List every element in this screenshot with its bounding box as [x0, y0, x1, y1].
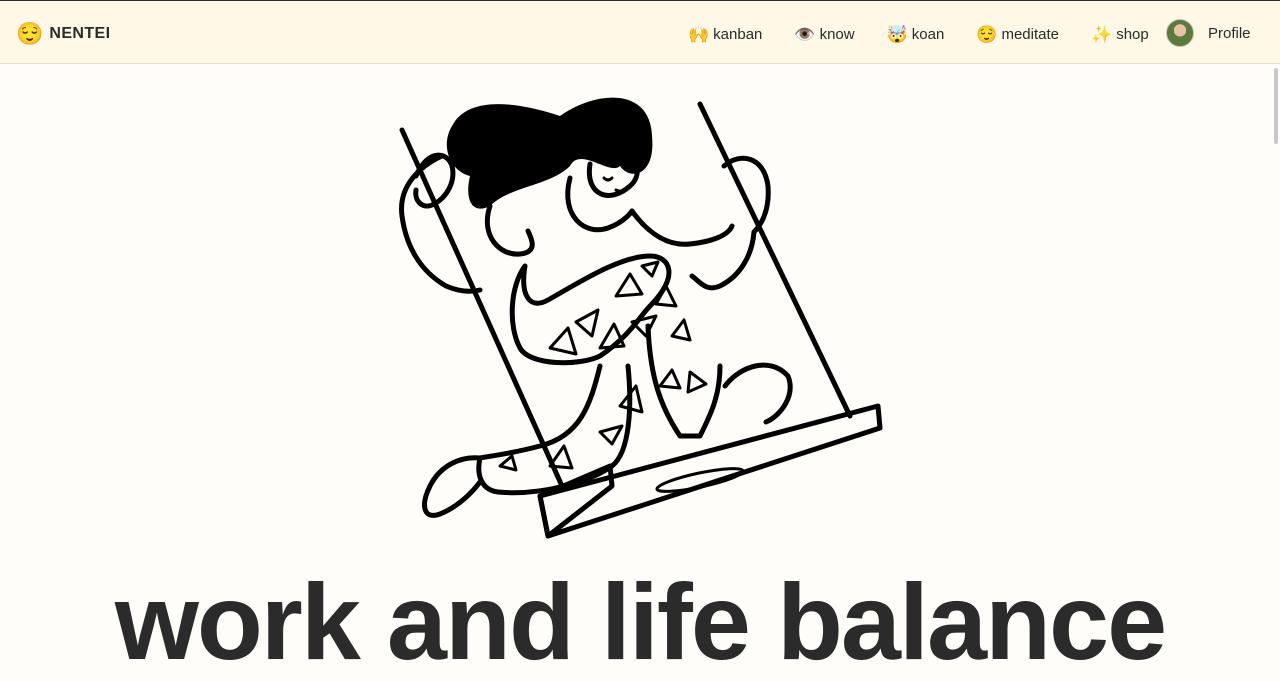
woman-on-swing-illustration — [399, 97, 883, 539]
nav-item-label: know — [819, 25, 855, 43]
nav-item-label: kanban — [713, 25, 763, 43]
scrollbar-thumb[interactable] — [1274, 68, 1278, 144]
brand-name: NENTEI — [49, 25, 111, 42]
nav-item-kanban[interactable]: 🙌 kanban — [688, 26, 762, 43]
raising-hands-icon: 🙌 — [688, 24, 710, 44]
nav-item-koan[interactable]: 🤯 koan — [887, 26, 945, 43]
left-arm — [399, 153, 483, 294]
knee-leg — [645, 323, 723, 439]
pants-upper — [509, 253, 672, 366]
neck-line — [565, 175, 635, 233]
torso-left — [484, 203, 535, 257]
nav-item-know[interactable]: 👁️ know — [794, 26, 854, 43]
right-arm-upper — [629, 208, 735, 247]
sparkles-icon: ✨ — [1091, 24, 1113, 44]
brand-home-link[interactable]: 😌 NENTEI — [16, 21, 110, 47]
nav-item-shop[interactable]: ✨ shop — [1091, 26, 1149, 43]
left-shoe — [422, 455, 483, 518]
seat-wood-knot — [655, 467, 745, 493]
relieved-face-icon: 😌 — [976, 24, 998, 44]
profile-label: Profile — [1208, 24, 1251, 42]
pants-triangle-pattern — [498, 260, 708, 472]
profile-link[interactable]: Profile — [1166, 19, 1251, 47]
nav-item-label: koan — [911, 25, 945, 43]
main-nav: 🙌 kanban 👁️ know 🤯 koan 😌 meditate ✨ sho… — [688, 22, 1181, 46]
nav-item-label: meditate — [1001, 25, 1060, 43]
hero-title: work and life balance — [114, 561, 1167, 682]
eye-icon: 👁️ — [794, 24, 816, 44]
nav-item-label: shop — [1116, 25, 1149, 43]
exploding-head-icon: 🤯 — [886, 24, 908, 44]
right-shoe — [722, 362, 793, 425]
top-navigation-bar: 😌 NENTEI 🙌 kanban 👁️ know 🤯 koan 😌 medit… — [0, 0, 1280, 64]
nav-item-meditate[interactable]: 😌 meditate — [976, 26, 1059, 43]
smile — [614, 186, 628, 193]
relieved-face-icon: 😌 — [16, 21, 44, 46]
avatar — [1166, 19, 1194, 47]
closed-eye — [602, 176, 614, 182]
